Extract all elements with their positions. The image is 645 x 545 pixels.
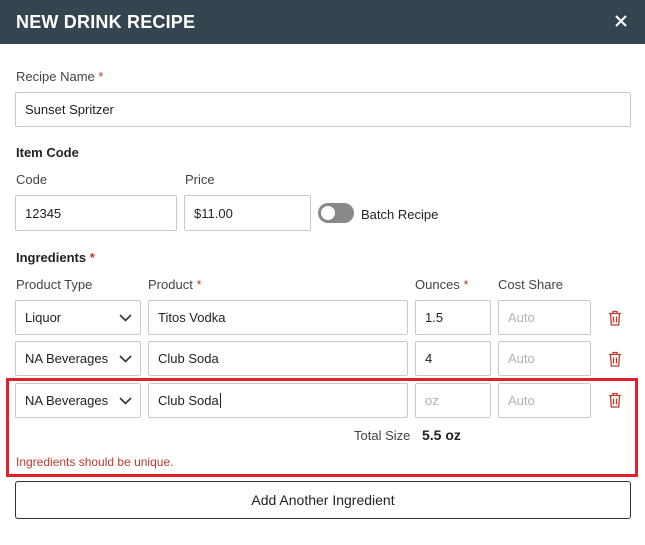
column-cost-share: Cost Share: [498, 277, 564, 292]
dialog-header: NEW DRINK RECIPE: [0, 0, 645, 44]
product-input[interactable]: Club Soda: [148, 383, 408, 418]
code-input[interactable]: 12345: [15, 195, 177, 231]
column-product-text: Product: [148, 277, 193, 292]
column-ounces: Ounces *: [415, 277, 469, 292]
chevron-down-icon: [119, 354, 132, 363]
dialog-title: NEW DRINK RECIPE: [16, 12, 196, 32]
column-ounces-text: Ounces: [415, 277, 460, 292]
toggle-knob: [321, 206, 335, 220]
item-code-heading: Item Code: [16, 145, 79, 160]
recipe-name-label-text: Recipe Name: [16, 69, 95, 84]
cost-share-input[interactable]: Auto: [498, 300, 591, 335]
ounces-input[interactable]: 4: [415, 341, 491, 376]
required-mark: *: [98, 69, 104, 84]
cost-share-input[interactable]: Auto: [498, 383, 591, 418]
recipe-name-label: Recipe Name *: [16, 69, 103, 84]
product-input[interactable]: Titos Vodka: [148, 300, 408, 335]
trash-icon[interactable]: [608, 310, 622, 326]
ingredients-heading-text: Ingredients: [16, 250, 87, 265]
chevron-down-icon: [119, 313, 132, 322]
chevron-down-icon: [119, 396, 132, 405]
product-type-value: Liquor: [25, 310, 62, 325]
ingredients-error-message: Ingredients should be unique.: [16, 455, 174, 469]
recipe-name-input[interactable]: Sunset Spritzer: [15, 92, 631, 127]
required-mark: *: [196, 277, 202, 292]
add-ingredient-button[interactable]: Add Another Ingredient: [15, 481, 631, 519]
code-label: Code: [16, 172, 48, 187]
price-input[interactable]: $11.00: [184, 195, 311, 231]
required-mark: *: [89, 250, 95, 265]
product-type-select[interactable]: Liquor: [15, 300, 141, 335]
trash-icon[interactable]: [608, 392, 622, 408]
ingredients-heading: Ingredients *: [16, 250, 95, 265]
batch-recipe-label: Batch Recipe: [361, 207, 439, 222]
product-value: Club Soda: [158, 393, 219, 408]
total-size-label: Total Size: [354, 428, 411, 443]
batch-recipe-toggle[interactable]: [318, 203, 354, 223]
required-mark: *: [463, 277, 469, 292]
ounces-input[interactable]: 1.5: [415, 300, 491, 335]
column-product-type: Product Type: [16, 277, 93, 292]
product-input[interactable]: Club Soda: [148, 341, 408, 376]
trash-icon[interactable]: [608, 351, 622, 367]
product-type-value: NA Beverages: [25, 351, 109, 366]
text-caret: [219, 393, 221, 408]
price-label: Price: [185, 172, 215, 187]
column-product: Product *: [148, 277, 202, 292]
ounces-input[interactable]: oz: [415, 383, 491, 418]
close-icon[interactable]: [611, 11, 631, 31]
product-type-value: NA Beverages: [25, 393, 109, 408]
total-size-value: 5.5 oz: [422, 427, 461, 443]
product-type-select[interactable]: NA Beverages: [15, 341, 141, 376]
cost-share-input[interactable]: Auto: [498, 341, 591, 376]
product-type-select[interactable]: NA Beverages: [15, 383, 141, 418]
